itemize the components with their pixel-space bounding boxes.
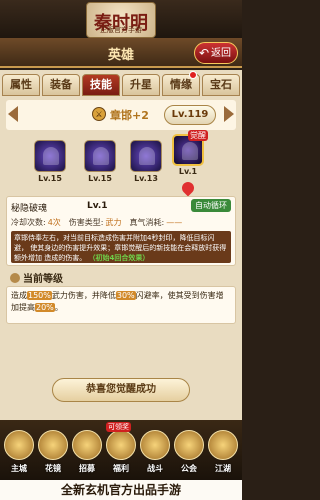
promo-footer: 全新玄机官方出品手游 — [0, 480, 242, 500]
desc-line-3: 造成的伤害。 — [44, 254, 87, 262]
current-level-heading: 当前等级 — [10, 270, 63, 285]
skill-slot-2[interactable]: Lv.15 — [84, 140, 116, 183]
effect-text-2: 武力伤害，并降低 — [51, 291, 116, 300]
nav-jianghu[interactable]: 江湖 — [206, 430, 240, 474]
skill-3-icon — [139, 147, 155, 165]
game-logo: 秦时明月 正版官方手游 — [86, 2, 156, 60]
app-banner: 秦时明月 正版官方手游 — [0, 0, 242, 60]
back-label: 返回 — [211, 48, 231, 59]
cooldown-label: 冷却次数: — [11, 218, 46, 227]
nav-label: 主城 — [11, 464, 27, 473]
reward-badge: 可领奖 — [106, 422, 131, 432]
nav-label: 战斗 — [147, 464, 163, 473]
section-bullet-icon — [10, 272, 20, 283]
logo-subtitle: 正版官方手游 — [100, 26, 142, 34]
desc-note: （初始4回合效果） — [88, 254, 150, 262]
weapon-icon: ⚔ — [92, 107, 106, 121]
skill-stats: 冷却次数: 4次 伤害类型: 武力 真气消耗: —— — [11, 217, 231, 229]
nav-label: 福利 — [113, 464, 129, 473]
cooldown-value: 4次 — [47, 218, 61, 227]
main-city-icon — [4, 430, 34, 460]
damage-type-value: 武力 — [105, 218, 122, 227]
battle-icon — [140, 430, 170, 460]
nav-label: 公会 — [181, 464, 197, 473]
back-button[interactable]: ↶ 返回 — [194, 42, 238, 64]
hero-level-badge: Lv.119 — [164, 105, 216, 125]
guild-icon — [174, 430, 204, 460]
selected-marker-icon — [179, 179, 197, 197]
effect-text-4: 。 — [54, 303, 63, 312]
skill-list: Lv.15 Lv.15 Lv.13 觉醒 Lv.1 — [6, 130, 236, 197]
skill-2-icon — [93, 147, 109, 165]
nav-label: 花镜 — [45, 464, 61, 473]
effect-value-1: 150% — [27, 291, 52, 300]
nav-label: 江湖 — [215, 464, 231, 473]
tab-gems[interactable]: 宝石 — [202, 74, 240, 96]
true-qi-stat: 真气消耗: —— — [130, 217, 183, 229]
hero-tabs: 属性 装备 技能 升星 情缘 宝石 — [2, 71, 240, 96]
skill-detail-card: 秘隐破魂 Lv.1 自动循环 冷却次数: 4次 伤害类型: 武力 真气消耗: —— 章… — [6, 196, 236, 266]
nav-battle[interactable]: 战斗 — [138, 430, 172, 474]
cooldown-stat: 冷却次数: 4次 — [11, 217, 61, 229]
awakened-tag: 觉醒 — [188, 130, 208, 141]
nav-main-city[interactable]: 主城 — [2, 430, 36, 474]
skill-1-level: Lv.15 — [38, 174, 62, 183]
hero-name: 章邯+2 — [110, 109, 149, 122]
awakened-skill-icon — [182, 142, 198, 160]
nav-label: 招募 — [79, 464, 95, 473]
tab-attributes[interactable]: 属性 — [2, 74, 40, 96]
recruit-icon — [72, 430, 102, 460]
bottom-nav: 主城 花镜 招募 可领奖 福利 战斗 公会 江湖 — [0, 420, 242, 480]
skill-slot-awakened[interactable]: 觉醒 Lv.1 — [172, 130, 208, 176]
skill-description: 章邯侍奉左右，对当前目标造成伤害并附加4秒封印，降低目标闪避， 使其身边的伤害提… — [11, 231, 231, 263]
tab-skills[interactable]: 技能 — [82, 74, 120, 96]
hero-switcher: ⚔ 章邯+2 Lv.119 — [6, 100, 236, 130]
page-header: 英雄 ↶ 返回 — [0, 38, 242, 68]
nav-welfare[interactable]: 可领奖 福利 — [104, 422, 138, 474]
skill-name: 秘隐破魂 — [11, 204, 48, 214]
damage-type-stat: 伤害类型: 武力 — [69, 217, 122, 229]
true-qi-label: 真气消耗: — [129, 218, 165, 227]
true-qi-value: —— — [166, 218, 183, 227]
skill-3-level: Lv.13 — [134, 174, 158, 183]
nav-guild[interactable]: 公会 — [172, 430, 206, 474]
welfare-icon — [106, 430, 136, 460]
auto-cycle-button[interactable]: 自动循环 — [191, 199, 231, 212]
tab-equipment[interactable]: 装备 — [42, 74, 80, 96]
tab-star-up[interactable]: 升星 — [122, 74, 160, 96]
next-hero-arrow-icon[interactable] — [224, 106, 234, 122]
tab-bonds[interactable]: 情缘 — [162, 71, 200, 96]
effect-value-2: 30% — [115, 291, 136, 300]
skill-slot-3[interactable]: Lv.13 — [130, 140, 162, 183]
flower-mirror-icon — [38, 430, 68, 460]
effect-text-1: 造成 — [11, 291, 27, 300]
skill-1-icon — [43, 147, 59, 165]
effect-value-3: 20% — [35, 303, 55, 312]
current-level-effect: 造成150%武力伤害，并降低30%闪避率，使其受到伤害增加提高20%。 — [6, 286, 236, 324]
current-level-title: 当前等级 — [23, 274, 63, 285]
tab-bonds-label: 情缘 — [170, 78, 192, 91]
jianghu-icon — [208, 430, 238, 460]
awaken-success-button[interactable]: 恭喜您觉醒成功 — [52, 378, 190, 402]
skill-2-level: Lv.15 — [88, 174, 112, 183]
skill-detail-header: 秘隐破魂 Lv.1 自动循环 — [11, 199, 231, 215]
skill-slot-1[interactable]: Lv.15 — [34, 140, 66, 183]
skill-level: Lv.1 — [87, 201, 108, 211]
back-arrow-icon: ↶ — [199, 46, 210, 60]
damage-type-label: 伤害类型: — [68, 218, 104, 227]
previous-hero-arrow-icon[interactable] — [8, 106, 18, 122]
nav-recruit[interactable]: 招募 — [70, 430, 104, 474]
skill-4-level: Lv.1 — [178, 167, 198, 176]
nav-flower-mirror[interactable]: 花镜 — [36, 430, 70, 474]
notification-dot — [189, 71, 197, 79]
